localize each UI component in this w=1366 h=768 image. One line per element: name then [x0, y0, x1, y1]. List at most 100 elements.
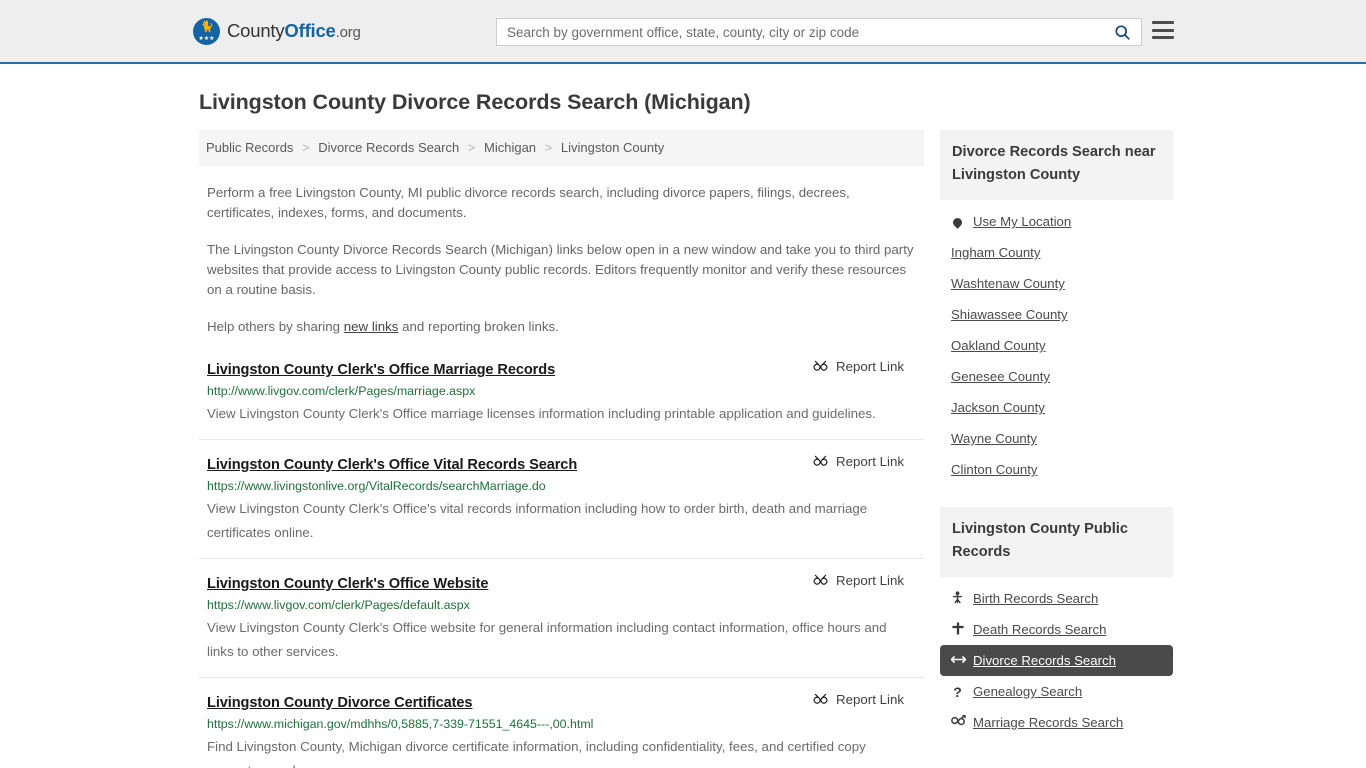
sidebar-link-marriage-records-search[interactable]: Marriage Records Search: [973, 714, 1123, 731]
content-columns: Public Records > Divorce Records Search …: [0, 115, 1366, 768]
sidebar-item-genealogy-search[interactable]: ? Genealogy Search: [940, 676, 1173, 707]
sidebar-link-genesee-county[interactable]: Genesee County: [951, 368, 1050, 385]
search-input[interactable]: [497, 19, 1103, 45]
breadcrumb: Public Records > Divorce Records Search …: [199, 130, 924, 166]
sidebar-link-use-my-location[interactable]: Use My Location: [973, 213, 1071, 230]
result-item: Livingston County Divorce Certificates R…: [199, 692, 924, 768]
sidebar-item-washtenaw-county[interactable]: Washtenaw County: [940, 268, 1173, 299]
result-header: Livingston County Clerk's Office Marriag…: [207, 359, 914, 378]
sidebar-link-divorce-records-search[interactable]: Divorce Records Search: [973, 652, 1116, 669]
result-url-link[interactable]: http://www.livgov.com/clerk/Pages/marria…: [207, 383, 914, 399]
sidebar-link-ingham-county[interactable]: Ingham County: [951, 244, 1040, 261]
result-item: Livingston County Clerk's Office Vital R…: [199, 454, 924, 559]
report-link-button[interactable]: Report Link: [813, 692, 914, 707]
sidebar-link-death-records-search[interactable]: Death Records Search: [973, 621, 1106, 638]
stars-icon: ★★★: [198, 35, 215, 42]
sidebar-public-records-box: Livingston County Public Records Birth R…: [940, 507, 1173, 738]
brand-org: .org: [335, 24, 361, 41]
result-title-link[interactable]: Livingston County Clerk's Office Vital R…: [207, 457, 577, 473]
sidebar-item-genesee-county[interactable]: Genesee County: [940, 361, 1173, 392]
brand-text: CountyOffice.org: [227, 20, 361, 42]
sidebar-item-marriage-records-search[interactable]: Marriage Records Search: [940, 707, 1173, 738]
sidebar-link-clinton-county[interactable]: Clinton County: [951, 461, 1038, 478]
result-title-link[interactable]: Livingston County Clerk's Office Marriag…: [207, 362, 555, 378]
breadcrumb-item-divorce-records-search[interactable]: Divorce Records Search: [318, 140, 459, 155]
result-description: Find Livingston County, Michigan divorce…: [207, 739, 866, 768]
sidebar-public-records-list: Birth Records Search Death Records Searc…: [940, 577, 1173, 738]
result-title-link[interactable]: Livingston County Clerk's Office Website: [207, 576, 489, 592]
intro-p3-after: and reporting broken links.: [398, 319, 559, 334]
site-logo[interactable]: 🐈 ★★★ CountyOffice.org: [193, 17, 361, 45]
breadcrumb-separator: >: [467, 140, 476, 155]
sidebar-item-death-records-search[interactable]: Death Records Search: [940, 614, 1173, 645]
result-url-link[interactable]: https://www.livgov.com/clerk/Pages/defau…: [207, 597, 914, 613]
intro-paragraph-1: Perform a free Livingston County, MI pub…: [207, 185, 850, 220]
broken-link-icon: [813, 693, 828, 704]
sidebar-link-genealogy-search[interactable]: Genealogy Search: [973, 683, 1082, 700]
sidebar-item-oakland-county[interactable]: Oakland County: [940, 330, 1173, 361]
report-link-button[interactable]: Report Link: [813, 454, 914, 469]
hamburger-bar-3: [1152, 36, 1174, 39]
result-item: Livingston County Clerk's Office Marriag…: [199, 359, 924, 440]
report-link-button[interactable]: Report Link: [813, 573, 914, 588]
report-link-label: Report Link: [836, 692, 904, 707]
result-description: View Livingston County Clerk's Office ma…: [207, 406, 876, 421]
county-office-logo-mark: 🐈 ★★★: [193, 17, 220, 45]
sidebar-link-wayne-county[interactable]: Wayne County: [951, 430, 1037, 447]
search-bar: [496, 18, 1142, 46]
breadcrumb-separator: >: [544, 140, 553, 155]
sidebar-item-shiawassee-county[interactable]: Shiawassee County: [940, 299, 1173, 330]
broken-link-icon: [813, 455, 828, 466]
hamburger-bar-2: [1152, 28, 1174, 32]
result-item: Livingston County Clerk's Office Website…: [199, 573, 924, 678]
arrows-left-right-icon: [950, 654, 967, 668]
hamburger-menu-button[interactable]: [1152, 21, 1174, 39]
sidebar-item-ingham-county[interactable]: Ingham County: [940, 237, 1173, 268]
result-description: View Livingston County Clerk's Office we…: [207, 620, 887, 659]
breadcrumb-item-public-records[interactable]: Public Records: [206, 140, 293, 155]
result-url-link[interactable]: https://www.livingstonlive.org/VitalReco…: [207, 478, 914, 494]
sidebar-item-jackson-county[interactable]: Jackson County: [940, 392, 1173, 423]
result-description: View Livingston County Clerk's Office's …: [207, 501, 868, 540]
sidebar-item-clinton-county[interactable]: Clinton County: [940, 454, 1173, 485]
brand-county: County: [227, 20, 285, 41]
baby-icon: [951, 590, 964, 607]
hamburger-bar-1: [1152, 21, 1174, 24]
intro-paragraph-3: Help others by sharing new links and rep…: [207, 317, 914, 337]
sidebar-link-jackson-county[interactable]: Jackson County: [951, 399, 1045, 416]
new-links-link[interactable]: new links: [344, 319, 399, 334]
cross-icon: [951, 622, 964, 638]
sidebar-link-oakland-county[interactable]: Oakland County: [951, 337, 1046, 354]
sidebar-link-birth-records-search[interactable]: Birth Records Search: [973, 590, 1098, 607]
site-header: 🐈 ★★★ CountyOffice.org: [0, 0, 1366, 64]
breadcrumb-separator: >: [302, 140, 310, 155]
report-link-button[interactable]: Report Link: [813, 359, 914, 374]
breadcrumb-item-livingston-county[interactable]: Livingston County: [561, 140, 664, 155]
broken-link-icon: [813, 574, 828, 585]
result-title-link[interactable]: Livingston County Divorce Certificates: [207, 695, 473, 711]
sidebar-nearby-list: Use My Location Ingham County Washtenaw …: [940, 200, 1173, 485]
sidebar: Divorce Records Search near Livingston C…: [940, 130, 1173, 768]
sidebar-item-use-my-location[interactable]: Use My Location: [940, 206, 1173, 237]
page-body: Livingston County Divorce Records Search…: [0, 64, 1366, 768]
sidebar-link-washtenaw-county[interactable]: Washtenaw County: [951, 275, 1065, 292]
broken-link-icon: [813, 360, 828, 371]
main-column: Public Records > Divorce Records Search …: [199, 130, 924, 768]
report-link-label: Report Link: [836, 573, 904, 588]
result-header: Livingston County Clerk's Office Vital R…: [207, 454, 914, 473]
male-female-icon: [951, 715, 966, 730]
search-button[interactable]: [1103, 19, 1141, 45]
brand-office: Office: [284, 20, 336, 41]
sidebar-link-shiawassee-county[interactable]: Shiawassee County: [951, 306, 1068, 323]
sidebar-nearby-header: Divorce Records Search near Livingston C…: [940, 130, 1173, 200]
sidebar-item-divorce-records-search[interactable]: Divorce Records Search: [940, 645, 1173, 676]
result-url-link[interactable]: https://www.michigan.gov/mdhhs/0,5885,7-…: [207, 716, 914, 732]
sidebar-item-wayne-county[interactable]: Wayne County: [940, 423, 1173, 454]
result-header: Livingston County Divorce Certificates R…: [207, 692, 914, 711]
search-icon: [1114, 24, 1130, 40]
breadcrumb-item-michigan[interactable]: Michigan: [484, 140, 536, 155]
report-link-label: Report Link: [836, 359, 904, 374]
sidebar-item-birth-records-search[interactable]: Birth Records Search: [940, 583, 1173, 614]
result-header: Livingston County Clerk's Office Website…: [207, 573, 914, 592]
map-pin-icon: [951, 215, 964, 229]
